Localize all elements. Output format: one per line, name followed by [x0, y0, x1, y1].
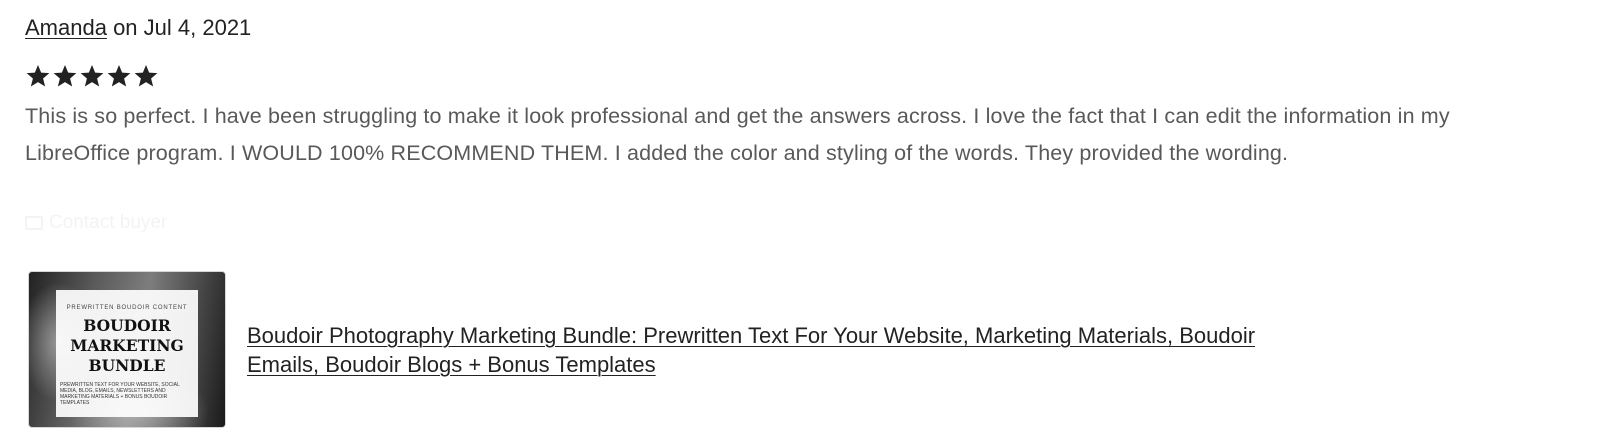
listing-title-link[interactable]: Boudoir Photography Marketing Bundle: Pr… — [247, 321, 1257, 379]
review-meta: Amanda on Jul 4, 2021 — [25, 14, 251, 42]
thumbnail-headline-line: BOUDOIR — [83, 316, 171, 335]
star-icon — [106, 62, 132, 90]
mail-icon — [25, 216, 43, 230]
thumbnail-text-panel: PREWRITTEN BOUDOIR CONTENT BOUDOIR MARKE… — [56, 290, 198, 417]
star-icon — [133, 62, 159, 90]
contact-buyer-button[interactable]: Contact buyer — [25, 210, 167, 236]
star-icon — [52, 62, 78, 90]
contact-buyer-label: Contact buyer — [49, 212, 168, 233]
star-icon — [25, 62, 51, 90]
review-date: on Jul 4, 2021 — [106, 15, 252, 40]
thumbnail-headline-line: MARKETING — [70, 336, 184, 355]
star-icon — [79, 62, 105, 90]
listing-link[interactable]: PREWRITTEN BOUDOIR CONTENT BOUDOIR MARKE… — [28, 271, 1257, 428]
thumbnail-headline: BOUDOIR MARKETING BUNDLE — [56, 316, 198, 376]
listing-thumbnail[interactable]: PREWRITTEN BOUDOIR CONTENT BOUDOIR MARKE… — [28, 271, 226, 428]
thumbnail-subtext: PREWRITTEN TEXT FOR YOUR WEBSITE, SOCIAL… — [60, 382, 180, 406]
reviewer-name-link[interactable]: Amanda — [25, 15, 107, 40]
thumbnail-kicker: PREWRITTEN BOUDOIR CONTENT — [66, 305, 188, 311]
review-text: This is so perfect. I have been struggli… — [25, 104, 1450, 165]
thumbnail-headline-line: BUNDLE — [88, 356, 166, 375]
star-rating — [25, 62, 159, 90]
